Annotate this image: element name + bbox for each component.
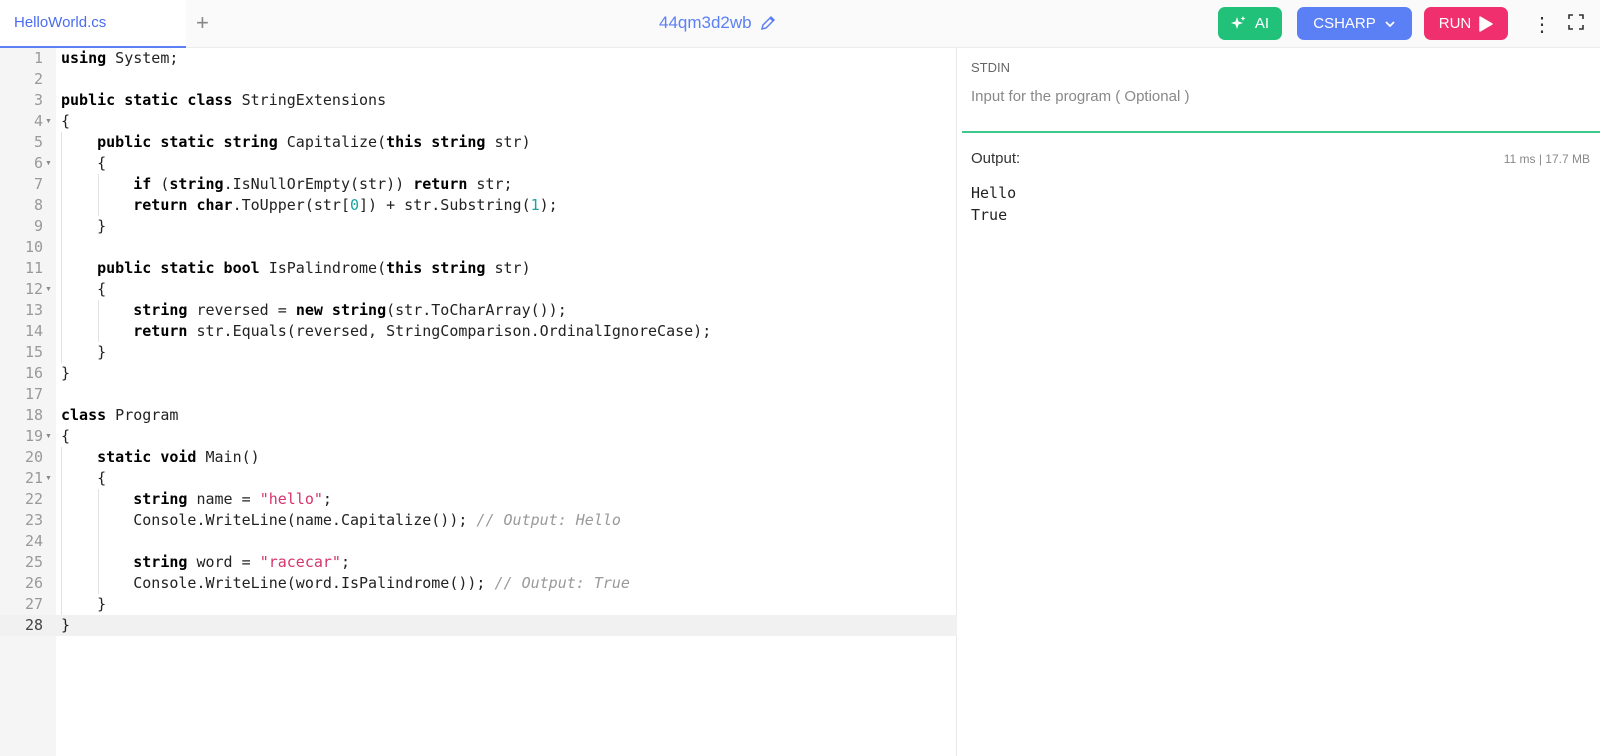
code-line[interactable]: 1 using System; [0, 48, 957, 69]
code-line[interactable]: 9 } [0, 216, 957, 237]
add-tab-button[interactable]: + [196, 10, 209, 36]
code-line[interactable]: 19 ▼{ [0, 426, 957, 447]
code-line[interactable]: 5 public static string Capitalize(this s… [0, 132, 957, 153]
code-line[interactable]: 10 [0, 237, 957, 258]
code-line[interactable]: 14 return str.Equals(reversed, StringCom… [0, 321, 957, 342]
stdin-label: STDIN [971, 60, 1010, 75]
code-line[interactable]: 2 [0, 69, 957, 90]
fold-icon[interactable]: ▼ [45, 286, 52, 293]
sparkle-icon [1230, 15, 1246, 29]
io-panel: STDIN Output: 11 ms | 17.7 MB Hello True [962, 48, 1600, 756]
ai-button[interactable]: AI [1218, 7, 1282, 40]
run-stats: 11 ms | 17.7 MB [1503, 152, 1590, 166]
code-line[interactable]: 26 Console.WriteLine(word.IsPalindrome()… [0, 573, 957, 594]
output-line: Hello [971, 184, 1017, 202]
project-title[interactable]: 44qm3d2wb [659, 13, 776, 33]
code-line[interactable]: 6 ▼ { [0, 153, 957, 174]
code-line[interactable]: 17 [0, 384, 957, 405]
fold-icon[interactable]: ▼ [45, 118, 52, 125]
program-output: Hello True [971, 182, 1016, 226]
code-line[interactable]: 21 ▼ { [0, 468, 957, 489]
run-button[interactable]: RUN [1424, 7, 1508, 40]
code-line[interactable]: 24 [0, 531, 957, 552]
top-bar: HelloWorld.cs + 44qm3d2wb AI CSHARP RUN … [0, 0, 1600, 48]
code-line[interactable]: 16} [0, 363, 957, 384]
code-line[interactable]: 22 string name = "hello"; [0, 489, 957, 510]
code-editor[interactable]: 1 using System; 2 3 public static class St… [0, 48, 957, 756]
code-line[interactable]: 3 public static class StringExtensions [0, 90, 957, 111]
code-line-active[interactable]: 28} [0, 615, 957, 636]
fold-icon[interactable]: ▼ [45, 475, 52, 482]
code-line[interactable]: 12 ▼ { [0, 279, 957, 300]
output-line: True [971, 206, 1008, 224]
project-name: 44qm3d2wb [659, 13, 752, 32]
code-line[interactable]: 11 public static bool IsPalindrome(this … [0, 258, 957, 279]
language-select[interactable]: CSHARP [1297, 7, 1412, 40]
run-label: RUN [1438, 15, 1472, 32]
more-options-icon[interactable]: ⋮ [1532, 12, 1552, 37]
code-line[interactable]: 27 } [0, 594, 957, 615]
code-line[interactable]: 23 Console.WriteLine(name.Capitalize());… [0, 510, 957, 531]
ai-label: AI [1254, 15, 1270, 32]
code-line[interactable]: 8 return char.ToUpper(str[0]) + str.Subs… [0, 195, 957, 216]
language-label: CSHARP [1313, 15, 1376, 32]
code-line[interactable]: 20 static void Main() [0, 447, 957, 468]
tab-label: HelloWorld.cs [14, 14, 107, 31]
code-line[interactable]: 15 } [0, 342, 957, 363]
code-line[interactable]: 7 if (string.IsNullOrEmpty(str)) return … [0, 174, 957, 195]
code-line[interactable]: 25 string word = "racecar"; [0, 552, 957, 573]
fullscreen-icon[interactable] [1568, 14, 1584, 30]
chevron-down-icon [1385, 20, 1395, 27]
pencil-icon[interactable] [760, 15, 776, 31]
fold-icon[interactable]: ▼ [45, 433, 52, 440]
stdin-input[interactable] [971, 82, 1571, 110]
output-label: Output: [971, 150, 1021, 167]
play-icon [1479, 15, 1493, 32]
code-line[interactable]: 13 string reversed = new string(str.ToCh… [0, 300, 957, 321]
fold-icon[interactable]: ▼ [45, 160, 52, 167]
code-line[interactable]: 4 ▼{ [0, 111, 957, 132]
tab-helloworld[interactable]: HelloWorld.cs [0, 0, 186, 48]
panel-divider[interactable] [962, 131, 1600, 133]
code-line[interactable]: 18 class Program [0, 405, 957, 426]
